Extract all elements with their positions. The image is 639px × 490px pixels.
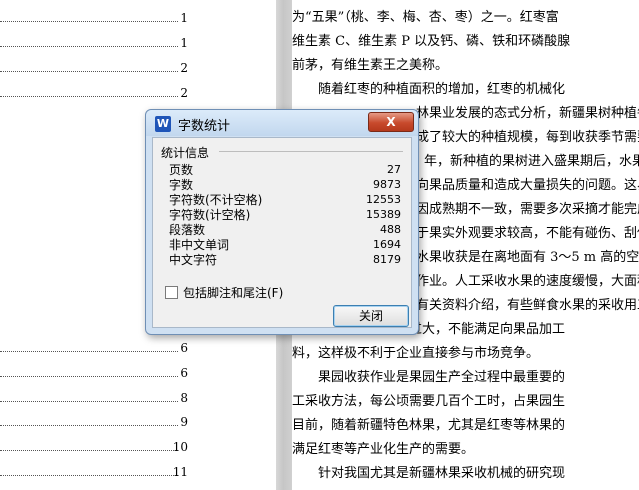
stat-label-non-chinese-words: 非中文单词 [169, 238, 230, 252]
text-line: 有关资料介绍，有些鲜食水果的采收用工 [416, 298, 639, 313]
toc-entry[interactable]: 1 [0, 11, 192, 25]
toc-entry[interactable]: 2 [0, 61, 192, 75]
stat-value-paragraphs: 488 [380, 223, 401, 236]
stat-label-chars-with-spaces: 字符数(计空格) [169, 208, 251, 222]
toc-leader [0, 71, 178, 72]
wps-writer-icon: W [155, 116, 171, 132]
close-icon: X [386, 115, 396, 129]
text-line: 果园收获作业是果园生产全过程中最重要的 [318, 370, 566, 385]
toc-leader [0, 96, 178, 97]
stat-value-non-chinese-words: 1694 [373, 238, 401, 251]
text-line: 林果业发展的态式分析，新疆果树种植每 [416, 106, 639, 121]
group-divider [219, 151, 403, 152]
toc-leader [0, 351, 178, 352]
toc-page-number: 1 [180, 36, 188, 50]
toc-entry[interactable]: 9 [0, 415, 192, 429]
text-line: 维生素 C、维生素 P 以及钙、磷、铁和环磷酸腺 [292, 34, 571, 49]
toc-page-number: 1 [180, 11, 188, 25]
stat-label-words: 字数 [169, 178, 194, 192]
text-line: 作业。人工采收水果的速度缓慢，大面积 [416, 274, 639, 289]
toc-leader [0, 450, 178, 451]
toc-entry[interactable]: 6 [0, 341, 192, 355]
close-button[interactable]: 关闭 [333, 305, 409, 327]
stat-value-chinese-chars: 8179 [373, 253, 401, 266]
toc-page-number: 6 [180, 366, 188, 380]
toc-leader [0, 475, 178, 476]
word-count-dialog[interactable]: W 字数统计 X 统计信息 页数 27 字数 9873 字符数(不计空格) 12… [145, 109, 419, 335]
text-line: 针对我国尤其是新疆林果采收机械的研究现 [318, 466, 566, 481]
toc-leader [0, 376, 178, 377]
toc-leader [0, 425, 178, 426]
statistics-group-title: 统计信息 [161, 146, 210, 160]
toc-entry[interactable]: 1 [0, 36, 192, 50]
toc-entry[interactable]: 11 [0, 465, 192, 479]
dialog-title: 字数统计 [178, 119, 231, 134]
text-line: 前茅，有维生素王之美称。 [292, 58, 449, 73]
include-footnotes-checkbox[interactable] [165, 286, 178, 299]
toc-page-number: 2 [180, 61, 188, 75]
toc-leader [0, 21, 178, 22]
toc-leader [0, 46, 178, 47]
dialog-titlebar[interactable]: W 字数统计 X [146, 110, 418, 136]
text-line: 因成熟期不一致，需要多次采摘才能完成 [416, 202, 639, 217]
text-line: 目前，随着新疆特色林果，尤其是红枣等林果的 [292, 418, 566, 433]
stat-value-words: 9873 [373, 178, 401, 191]
text-line: 向果品质量和造成大量损失的问题。这易 [416, 178, 639, 193]
stat-value-pages: 27 [387, 163, 401, 176]
toc-page-number: 9 [180, 415, 188, 429]
toc-page-number: 10 [172, 440, 188, 454]
toc-entry[interactable]: 10 [0, 440, 192, 454]
toc-entry[interactable]: 6 [0, 366, 192, 380]
text-line: 为“五果”（桃、李、梅、杏、枣）之一。红枣富 [292, 10, 559, 25]
text-line: 于果实外观要求较高，不能有碰伤、刮伤 [416, 226, 639, 241]
dialog-body: 统计信息 页数 27 字数 9873 字符数(不计空格) 12553 字符数(计… [152, 137, 412, 328]
stat-label-paragraphs: 段落数 [169, 223, 206, 237]
toc-leader [0, 401, 178, 402]
toc-entry[interactable]: 2 [0, 86, 192, 100]
include-footnotes-label[interactable]: 包括脚注和尾注(F) [183, 284, 283, 301]
close-x-button[interactable]: X [368, 112, 414, 132]
toc-page-number: 6 [180, 341, 188, 355]
text-line: 满足红枣等产业化生产的需要。 [292, 442, 475, 457]
stat-label-pages: 页数 [169, 163, 194, 177]
text-line: 水果收获是在离地面有 3～5 m 高的空中 [416, 250, 639, 265]
text-line: 年，新种植的果树进入盛果期后，水果 [424, 154, 639, 169]
text-line: 工采收方法，每公顷需要几百个工时，占果园生 [292, 394, 566, 409]
stat-label-chinese-chars: 中文字符 [169, 253, 218, 267]
stat-value-chars-with-spaces: 15389 [366, 208, 401, 221]
toc-page-number: 11 [172, 465, 188, 479]
text-line: 料，这样极不利于企业直接参与市场竞争。 [292, 346, 540, 361]
text-line: 随着红枣的种植面积的增加，红枣的机械化 [318, 82, 566, 97]
stat-value-chars-no-spaces: 12553 [366, 193, 401, 206]
toc-page-number: 8 [180, 391, 188, 405]
stat-label-chars-no-spaces: 字符数(不计空格) [169, 193, 263, 207]
text-line: 成了较大的种植规模，每到收获季节需要 [416, 130, 639, 145]
toc-page-number: 2 [180, 86, 188, 100]
toc-entry[interactable]: 8 [0, 391, 192, 405]
